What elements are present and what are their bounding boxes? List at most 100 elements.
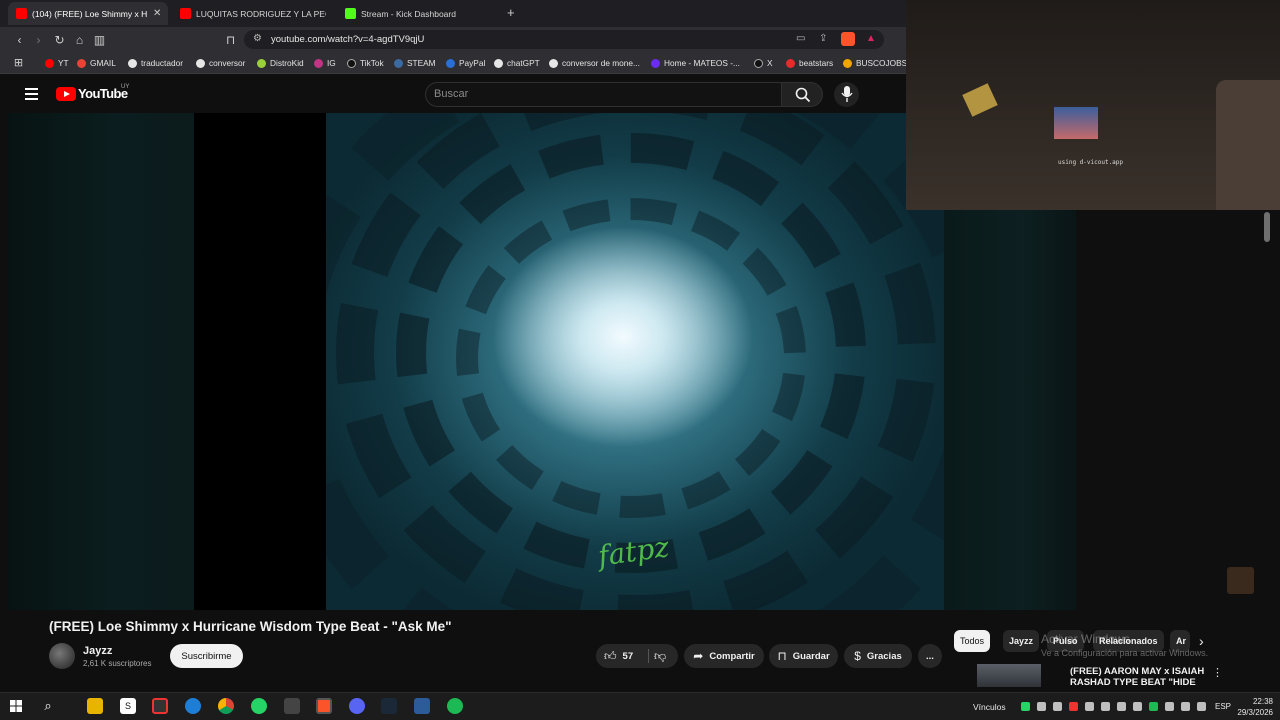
- clock-date: 29/3/2026: [1237, 708, 1273, 717]
- bookmark-conversor[interactable]: conversor: [196, 57, 245, 69]
- youtube-logo-icon[interactable]: [56, 87, 76, 101]
- discord-icon[interactable]: [349, 698, 365, 714]
- youtube-favicon-icon: [180, 8, 191, 19]
- forward-icon[interactable]: ›: [31, 32, 46, 47]
- brave-icon[interactable]: [316, 698, 332, 714]
- tray-network-icon[interactable]: [1101, 702, 1110, 711]
- tray-display-icon[interactable]: [1117, 702, 1126, 711]
- tray-settings-icon[interactable]: [1085, 702, 1094, 711]
- webcam-caption: using d-vicout.app: [1058, 159, 1124, 166]
- close-tab-icon[interactable]: ✕: [153, 8, 161, 19]
- bookmark-icon[interactable]: ⊓: [223, 32, 238, 47]
- share-button[interactable]: ➦ Compartir: [684, 644, 764, 668]
- bookmark-distrokid[interactable]: DistroKid: [257, 57, 304, 69]
- microphone-icon: [841, 86, 853, 102]
- channel-name[interactable]: Jayzz: [83, 645, 112, 657]
- search-input[interactable]: [425, 82, 782, 107]
- like-dislike-group: 👍︎ 57 👎︎: [596, 644, 678, 668]
- bookmark-traductador[interactable]: traductador: [128, 57, 183, 69]
- search-icon[interactable]: ⌕: [40, 698, 56, 714]
- menu-icon[interactable]: [25, 88, 38, 100]
- tray-security-icon[interactable]: [1069, 702, 1078, 711]
- new-tab-button[interactable]: +: [507, 5, 515, 20]
- brave-rewards-icon[interactable]: ▲: [866, 33, 876, 44]
- mini-player-thumbnail[interactable]: [1227, 567, 1254, 594]
- steam-icon[interactable]: S: [120, 698, 136, 714]
- steam-store-icon[interactable]: [381, 698, 397, 714]
- tray-onedrive-icon[interactable]: [1133, 702, 1142, 711]
- sidebar-icon[interactable]: ▥: [92, 32, 107, 47]
- whatsapp-icon[interactable]: [251, 698, 267, 714]
- apps-grid-icon[interactable]: ⊞: [11, 56, 26, 71]
- system-clock[interactable]: 22:38 29/3/2026: [1237, 696, 1273, 718]
- language-indicator[interactable]: ESP: [1215, 702, 1231, 711]
- bookmark-steam[interactable]: STEAM: [394, 57, 436, 69]
- like-count[interactable]: 57: [623, 651, 634, 662]
- bookmark-gmail[interactable]: GMAIL: [77, 57, 116, 69]
- address-bar[interactable]: ⚙ youtube.com/watch?v=4-agdTV9qjU ▭ ⇪ ▲: [244, 30, 884, 49]
- subscribe-button[interactable]: Suscribirme: [170, 644, 243, 668]
- search-button[interactable]: [781, 82, 823, 107]
- chip-todos[interactable]: Todos: [954, 630, 991, 652]
- edge-icon[interactable]: [185, 698, 201, 714]
- file-explorer-icon[interactable]: [87, 698, 103, 714]
- bookmark-buscojobs[interactable]: BUSCOJOBS: [843, 57, 907, 69]
- reload-icon[interactable]: ↻: [52, 32, 67, 47]
- ambient-right: [944, 210, 1076, 610]
- subscriber-count: 2,61 K suscriptores: [83, 659, 152, 668]
- back-icon[interactable]: ‹: [12, 32, 27, 47]
- thanks-button[interactable]: $ Gracias: [844, 644, 912, 668]
- tab-kick[interactable]: Stream - Kick Dashboard: [337, 2, 497, 25]
- tray-volume-icon[interactable]: [1181, 702, 1190, 711]
- app-icon[interactable]: [414, 698, 430, 714]
- related-video-title[interactable]: (FREE) AARON MAY x ISAIAH RASHAD TYPE BE…: [1070, 666, 1210, 688]
- links-toolbar[interactable]: Vínculos: [973, 702, 1006, 712]
- calculator-icon[interactable]: [284, 698, 300, 714]
- tab-youtube-active[interactable]: (104) (FREE) Loe Shimmy x Hu ✕: [8, 2, 168, 25]
- chrome-icon[interactable]: [218, 698, 234, 714]
- chip-jayzz[interactable]: Jayzz: [1003, 630, 1040, 652]
- chrome-settings-icon[interactable]: [152, 698, 168, 714]
- tray-discord-icon[interactable]: [1053, 702, 1062, 711]
- bookmark-tiktok[interactable]: TikTok: [347, 57, 384, 69]
- url-text[interactable]: youtube.com/watch?v=4-agdTV9qjU: [271, 34, 424, 45]
- bookmark-conversor-moneda[interactable]: conversor de mone...: [549, 57, 640, 69]
- bookmark-ig[interactable]: IG: [314, 57, 336, 69]
- webcam-overlay: using d-vicout.app: [906, 0, 1280, 210]
- cast-icon[interactable]: ▭: [796, 33, 805, 44]
- home-icon[interactable]: ⌂: [72, 32, 87, 47]
- voice-search-button[interactable]: [834, 82, 859, 107]
- bookmark-x[interactable]: X: [754, 57, 773, 69]
- bookmark-chatgpt[interactable]: chatGPT: [494, 57, 540, 69]
- bookmark-paypal[interactable]: PayPal: [446, 57, 485, 69]
- chevron-right-icon[interactable]: ›: [1199, 633, 1204, 649]
- scrollbar-thumb[interactable]: [1264, 212, 1270, 242]
- super-thanks-icon: $: [854, 649, 861, 663]
- search-placeholder: Buscar: [434, 88, 469, 100]
- spotify-icon[interactable]: [447, 698, 463, 714]
- tab-youtube-2[interactable]: LUQUITAS RODRIGUEZ Y LA PEOR EN: [172, 2, 330, 25]
- save-button[interactable]: ⊓ Guardar: [769, 644, 838, 668]
- tray-whatsapp-icon[interactable]: [1021, 702, 1030, 711]
- bookmark-yt[interactable]: YT: [45, 57, 69, 69]
- bookmark-beatstars[interactable]: beatstars: [786, 57, 833, 69]
- dislike-icon[interactable]: 👎︎: [654, 649, 666, 664]
- like-icon[interactable]: 👍︎: [604, 649, 617, 664]
- tray-app-icon[interactable]: [1037, 702, 1046, 711]
- share-icon[interactable]: ⇪: [819, 33, 827, 44]
- kebab-menu-icon[interactable]: ⋮: [1212, 666, 1223, 679]
- site-info-icon[interactable]: ⚙: [253, 33, 262, 44]
- bookmark-home-mateos[interactable]: Home - MATEOS -...: [651, 57, 740, 69]
- tray-steam-icon[interactable]: [1165, 702, 1174, 711]
- tray-mic-icon[interactable]: [1197, 702, 1206, 711]
- related-video-thumbnail[interactable]: [977, 664, 1041, 687]
- channel-avatar[interactable]: [49, 643, 75, 669]
- windows-activation-subtitle: Ve a Configuración para activar Windows.: [1041, 648, 1209, 658]
- tray-spotify-icon[interactable]: [1149, 702, 1158, 711]
- start-icon[interactable]: [8, 698, 24, 714]
- more-actions-button[interactable]: ...: [918, 644, 942, 668]
- brave-shields-icon[interactable]: [841, 32, 855, 46]
- windows-activation-title: Activar Windows: [1041, 632, 1130, 646]
- ambient-left: [8, 113, 194, 610]
- share-arrow-icon: ➦: [693, 649, 704, 663]
